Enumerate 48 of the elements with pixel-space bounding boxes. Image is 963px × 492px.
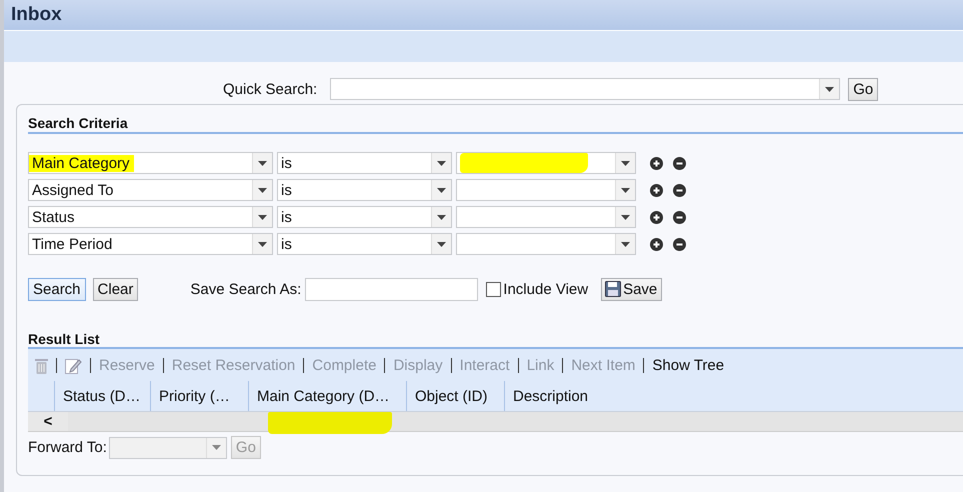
add-icon[interactable] [650,184,663,196]
dropdown-icon [437,242,446,246]
remove-icon[interactable] [673,156,686,170]
go-button[interactable]: Go [848,78,878,100]
dropdown-icon [825,86,834,92]
dropdown-icon [437,214,446,220]
operator-dropdown[interactable]: is [277,179,452,201]
dropdown-icon [212,445,221,450]
dropdown-icon [621,242,630,246]
search-button[interactable]: Clear [92,278,138,300]
save-search-field[interactable] [305,278,478,300]
save-search-label: Save Search As: [190,280,302,298]
dropdown-icon [621,160,630,166]
dropdown-icon [621,188,630,192]
search-button[interactable]: Search [28,278,86,300]
dropdown-icon [437,160,446,166]
column-header[interactable]: Description [505,381,963,411]
dropdown-icon [621,214,630,220]
toolbar-button[interactable]: Show Tree [652,356,724,374]
field-dropdown[interactable]: Status [28,206,273,228]
floppy-icon [605,281,622,297]
dropdown-icon [258,160,267,166]
field-dropdown[interactable]: Time Period [28,233,273,255]
remove-icon[interactable] [673,210,686,224]
field-dropdown[interactable]: Assigned To [28,179,273,201]
quick-search-field[interactable] [330,78,840,100]
operator-dropdown[interactable]: is [277,206,452,228]
remove-icon[interactable] [673,184,686,196]
add-icon[interactable] [650,210,663,224]
save-button[interactable]: Save [601,278,662,300]
dropdown-icon [258,214,267,220]
include-view-label: Include View [503,280,588,298]
forward-to-label: Forward To: [28,439,107,456]
add-icon[interactable] [650,156,663,170]
scroll-left-button[interactable]: < [28,412,68,431]
operator-dropdown[interactable]: is [277,233,452,255]
operator-dropdown[interactable]: is [277,152,452,174]
add-icon[interactable] [650,238,663,250]
section-heading: Result List [28,331,101,347]
checkbox[interactable] [486,282,502,296]
remove-icon[interactable] [673,238,686,250]
dropdown-icon [258,242,267,246]
quick-search-label: Quick Search: [223,80,318,98]
field-dropdown[interactable]: Main Category [28,152,273,174]
dropdown-icon [437,188,446,192]
section-heading: Search Criteria [28,115,963,134]
dropdown-icon [258,188,267,192]
window-title: Inbox [11,4,62,26]
